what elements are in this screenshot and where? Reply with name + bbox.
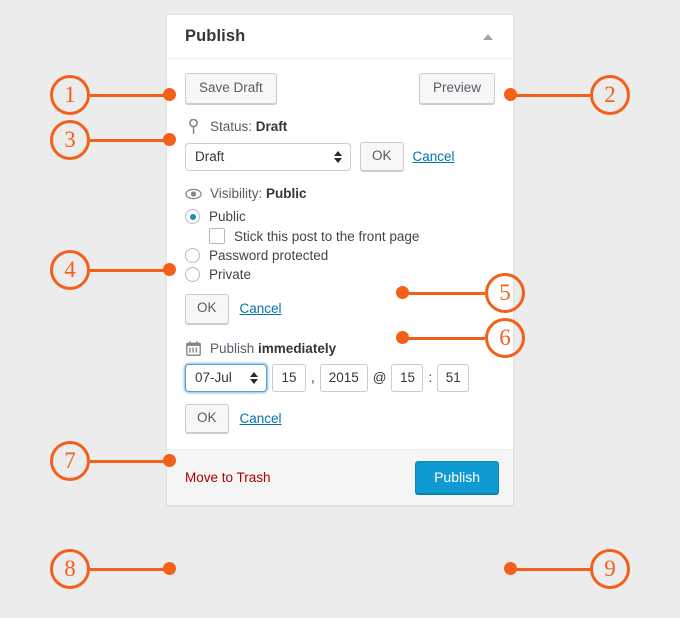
callout-9-dot bbox=[504, 562, 517, 575]
radio-public[interactable] bbox=[185, 209, 200, 224]
publish-panel: Publish Save Draft Preview Status: Draft bbox=[166, 14, 514, 506]
status-value: Draft bbox=[256, 119, 288, 134]
callout-5-leader bbox=[403, 292, 485, 295]
callout-6-dot bbox=[396, 331, 409, 344]
eye-icon bbox=[185, 185, 202, 202]
status-select[interactable]: Draft bbox=[185, 143, 351, 171]
visibility-option-private[interactable]: Private bbox=[185, 267, 495, 282]
day-separator: , bbox=[311, 370, 315, 385]
schedule-value: immediately bbox=[258, 341, 336, 356]
save-draft-button[interactable]: Save Draft bbox=[185, 73, 277, 104]
callout-4-dot bbox=[163, 263, 176, 276]
callout-6-leader bbox=[403, 337, 485, 340]
sticky-checkbox[interactable] bbox=[209, 228, 225, 244]
callout-7-dot bbox=[163, 454, 176, 467]
schedule-line: Publish immediately bbox=[185, 340, 495, 357]
visibility-cancel-link[interactable]: Cancel bbox=[240, 301, 282, 316]
radio-private-label: Private bbox=[209, 267, 251, 282]
panel-footer: Move to Trash Publish bbox=[167, 449, 513, 505]
callout-7-leader bbox=[90, 460, 172, 463]
visibility-value: Public bbox=[266, 186, 307, 201]
month-select[interactable]: 07-Jul bbox=[185, 364, 267, 392]
year-input[interactable] bbox=[320, 364, 368, 392]
callout-1-leader bbox=[90, 94, 172, 97]
time-separator: : bbox=[428, 370, 432, 385]
status-label: Status: Draft bbox=[210, 119, 287, 134]
panel-header: Publish bbox=[167, 15, 513, 59]
visibility-option-public[interactable]: Public bbox=[185, 209, 495, 224]
date-select-wrap: 07-Jul bbox=[185, 364, 267, 392]
callout-7: 7 bbox=[50, 441, 90, 481]
callout-2-leader bbox=[508, 94, 590, 97]
callout-9: 9 bbox=[590, 549, 630, 589]
callout-3-dot bbox=[163, 133, 176, 146]
callout-5: 5 bbox=[485, 273, 525, 313]
minute-input[interactable] bbox=[437, 364, 469, 392]
radio-public-label: Public bbox=[209, 209, 246, 224]
callout-4-leader bbox=[90, 269, 172, 272]
visibility-radio-list: Public Stick this post to the front page… bbox=[185, 209, 495, 282]
callout-9-leader bbox=[508, 568, 590, 571]
timestamp-row: 07-Jul , @ : bbox=[185, 364, 495, 392]
major-actions-row: Save Draft Preview bbox=[185, 73, 495, 104]
page-title: Publish bbox=[185, 27, 477, 46]
radio-private[interactable] bbox=[185, 267, 200, 282]
at-symbol: @ bbox=[373, 370, 387, 385]
sticky-post-row[interactable]: Stick this post to the front page bbox=[209, 228, 495, 244]
panel-body: Save Draft Preview Status: Draft Draft bbox=[167, 59, 513, 449]
schedule-edit-row: OK Cancel bbox=[185, 404, 495, 433]
radio-password-protected[interactable] bbox=[185, 248, 200, 263]
status-select-wrap: Draft bbox=[185, 143, 351, 171]
visibility-label-text: Visibility: bbox=[210, 186, 262, 201]
chevron-up-glyph bbox=[483, 34, 493, 40]
callout-3-leader bbox=[90, 139, 172, 142]
visibility-line: Visibility: Public bbox=[185, 185, 495, 202]
schedule-cancel-link[interactable]: Cancel bbox=[240, 411, 282, 426]
visibility-option-password[interactable]: Password protected bbox=[185, 248, 495, 263]
schedule-ok-button[interactable]: OK bbox=[185, 404, 229, 433]
callout-4: 4 bbox=[50, 250, 90, 290]
visibility-label: Visibility: Public bbox=[210, 186, 307, 201]
radio-password-label: Password protected bbox=[209, 248, 328, 263]
callout-3: 3 bbox=[50, 120, 90, 160]
status-ok-button[interactable]: OK bbox=[360, 142, 404, 171]
callout-1: 1 bbox=[50, 75, 90, 115]
day-input[interactable] bbox=[272, 364, 306, 392]
preview-button[interactable]: Preview bbox=[419, 73, 495, 104]
publish-button[interactable]: Publish bbox=[415, 461, 499, 494]
callout-6: 6 bbox=[485, 318, 525, 358]
pin-icon bbox=[185, 118, 202, 135]
status-line: Status: Draft bbox=[185, 118, 495, 135]
hour-input[interactable] bbox=[391, 364, 423, 392]
calendar-icon bbox=[185, 340, 202, 357]
callout-2-dot bbox=[504, 88, 517, 101]
schedule-label: Publish immediately bbox=[210, 341, 336, 356]
callout-2: 2 bbox=[590, 75, 630, 115]
move-to-trash-link[interactable]: Move to Trash bbox=[185, 470, 271, 485]
callout-5-dot bbox=[396, 286, 409, 299]
status-label-text: Status: bbox=[210, 119, 252, 134]
visibility-edit-row: OK Cancel bbox=[185, 294, 495, 323]
callout-8: 8 bbox=[50, 549, 90, 589]
status-edit-row: Draft OK Cancel bbox=[185, 142, 495, 171]
callout-8-dot bbox=[163, 562, 176, 575]
callout-1-dot bbox=[163, 88, 176, 101]
sticky-label: Stick this post to the front page bbox=[234, 229, 419, 244]
callout-8-leader bbox=[90, 568, 172, 571]
visibility-ok-button[interactable]: OK bbox=[185, 294, 229, 323]
chevron-up-icon[interactable] bbox=[477, 26, 499, 48]
schedule-label-text: Publish bbox=[210, 341, 254, 356]
status-cancel-link[interactable]: Cancel bbox=[413, 149, 455, 164]
